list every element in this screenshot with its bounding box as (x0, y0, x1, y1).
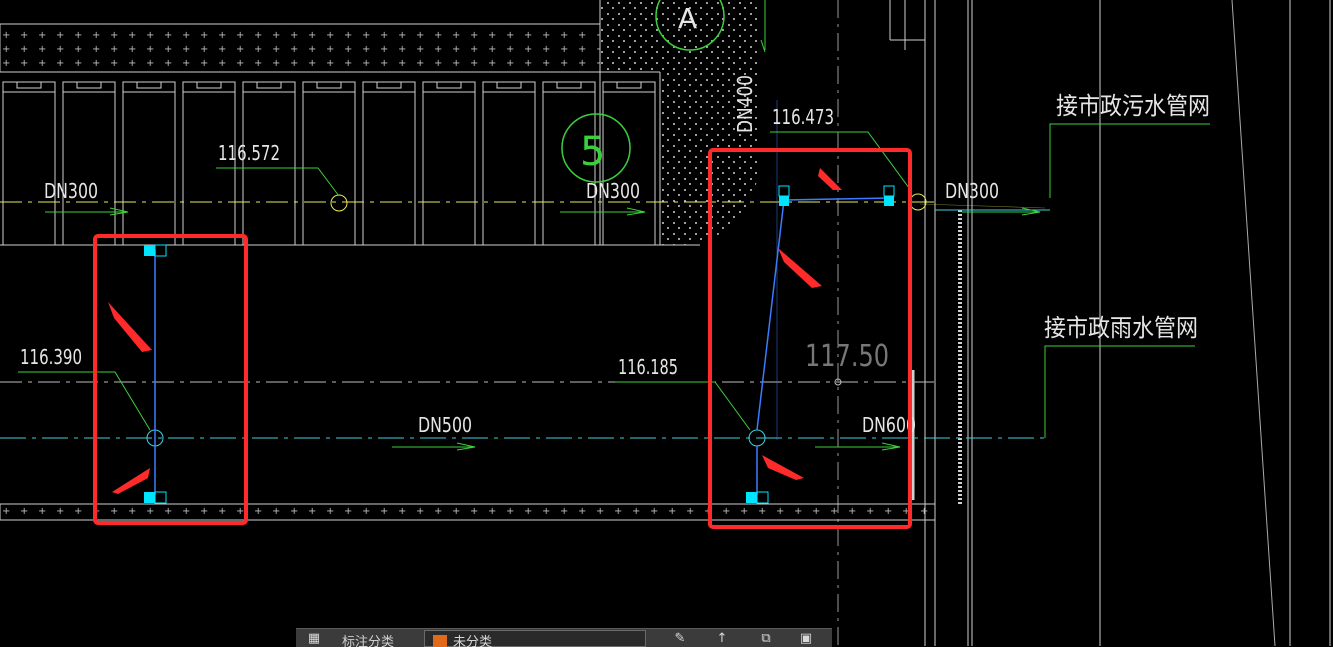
parking-bays (2, 81, 656, 246)
elevation-leaders (18, 123, 1210, 438)
parking-bay (302, 81, 356, 246)
save-icon[interactable]: ▣ (798, 632, 814, 646)
bottom-hatched-strip (0, 503, 936, 521)
pipe-label-dn600: DN600 (862, 413, 916, 437)
layer-label: 标注分类 (342, 635, 395, 647)
layer-color-swatch (433, 635, 447, 647)
parking-bay (422, 81, 476, 246)
red-arrow-icon (778, 248, 822, 288)
connection-storm-label: 接市政雨水管网 (1044, 314, 1198, 342)
pipe-label-dn300-right: DN300 (945, 179, 999, 203)
sewer-manhole-1[interactable] (330, 194, 348, 212)
branch-pipe-right-diag[interactable] (756, 199, 785, 431)
layers-icon[interactable]: ▦ (306, 632, 322, 646)
pipe-label-dn300-mid: DN300 (586, 179, 640, 203)
parking-bay (2, 81, 56, 246)
branch-pipe-right-top[interactable] (783, 197, 891, 201)
highlight-box-left (93, 234, 248, 525)
annotation-toolbar: ▦ 标注分类 未分类 ✎ ↑ ⧉ ▣ (296, 628, 832, 647)
sheet-number: 5 (580, 129, 605, 175)
layer-dropdown-value: 未分类 (453, 635, 493, 647)
pipe-label-dn500: DN500 (418, 413, 472, 437)
copy-icon[interactable]: ⧉ (758, 632, 774, 646)
layer-dropdown[interactable]: 未分类 (424, 630, 646, 647)
connection-sewer-label: 接市政污水管网 (1056, 92, 1210, 120)
edit-icon[interactable]: ✎ (672, 632, 688, 646)
red-arrow-icon (108, 302, 152, 352)
axis-label: A (678, 2, 697, 35)
rain-inlets[interactable] (144, 185, 895, 504)
pipe-label-dn300-left: DN300 (44, 179, 98, 203)
red-arrow-icon (762, 455, 804, 480)
parking-bay (122, 81, 176, 246)
elevation-116-185: 116.185 (618, 355, 678, 379)
upload-icon[interactable]: ↑ (714, 632, 730, 646)
red-arrow-icon (112, 468, 150, 494)
cad-drawing-canvas[interactable]: + A (0, 0, 1333, 646)
building-area (0, 0, 760, 246)
parking-bay (362, 81, 416, 246)
pipe-label-dn400: DN400 (733, 75, 757, 133)
elevation-116-572: 116.572 (218, 141, 280, 165)
sheet-circle: 5 (561, 113, 631, 183)
parking-bay (482, 81, 536, 246)
hatched-strip (0, 23, 601, 73)
elevation-116-390: 116.390 (20, 345, 82, 369)
parking-bay (62, 81, 116, 246)
elevation-116-473: 116.473 (772, 105, 834, 129)
ground-elevation-117-50: 117.50 (805, 339, 889, 374)
parking-bay (602, 81, 656, 246)
